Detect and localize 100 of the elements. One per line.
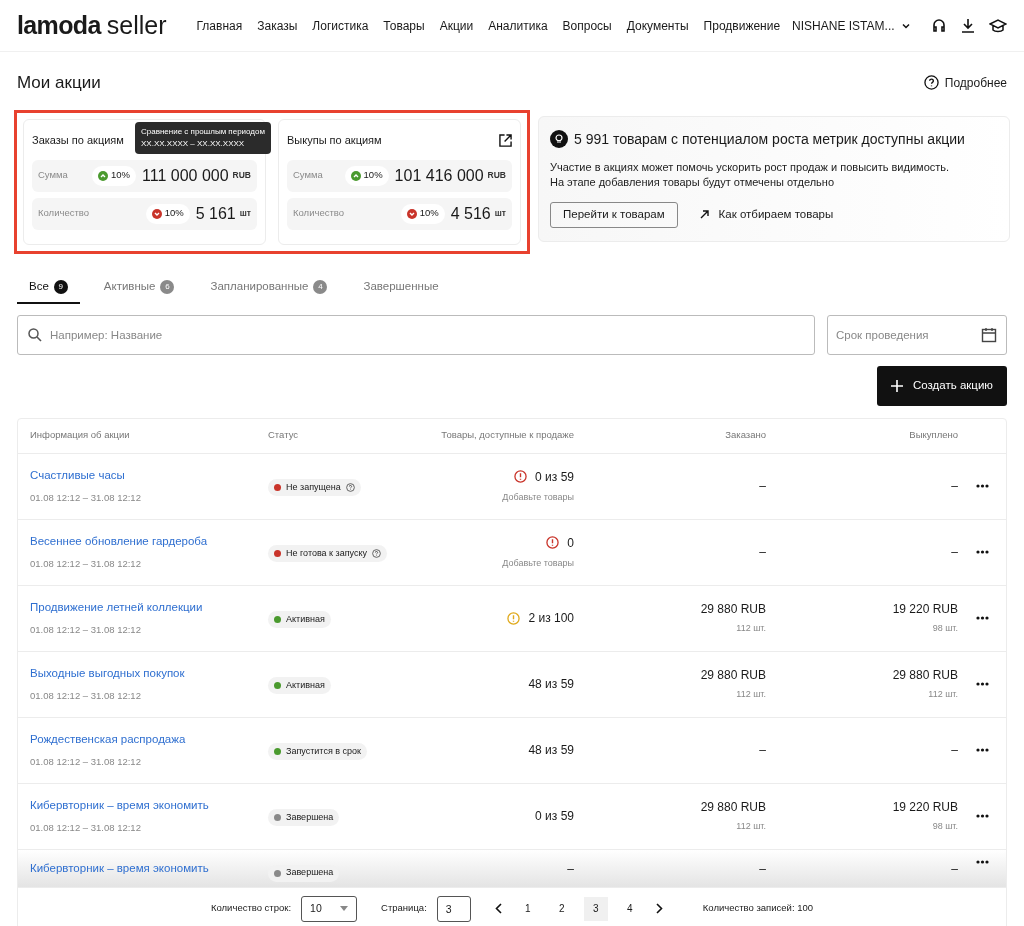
column-header: Заказано xyxy=(724,428,766,443)
metric-label: Сумма xyxy=(38,168,68,183)
table-cell-text: – xyxy=(950,860,958,878)
table-cell-text: 112 шт. xyxy=(735,820,766,834)
table-cell-text: – xyxy=(950,544,958,561)
count-badge: 4 xyxy=(313,279,328,294)
nav-link[interactable]: Акции xyxy=(439,16,474,35)
more-icon[interactable] xyxy=(975,859,989,864)
table-cell-text: 98 шт. xyxy=(931,820,958,834)
status-badge: Не запущена xyxy=(268,479,361,496)
promotion-link[interactable]: Весеннее обновление гардероба xyxy=(30,533,268,551)
nav-link[interactable]: Аналитика xyxy=(488,16,548,35)
nav-link[interactable]: Продвижение xyxy=(703,16,781,35)
status-badge: Завершена xyxy=(268,809,340,826)
download-icon[interactable] xyxy=(961,17,975,34)
lightbulb-icon xyxy=(550,130,568,148)
more-icon[interactable] xyxy=(975,550,989,554)
more-icon[interactable] xyxy=(975,616,989,620)
table-cell-text: 29 880 RUB xyxy=(699,799,766,817)
nav-link[interactable]: Товары xyxy=(383,16,425,35)
more-icon[interactable] xyxy=(975,814,989,818)
column-header: Выкуплено xyxy=(908,428,958,443)
table-cell-text: 29 880 RUB xyxy=(699,601,766,619)
table-cell-text: 48 из 59 xyxy=(528,742,574,759)
count-badge: 9 xyxy=(53,279,68,294)
metric-unit: RUB xyxy=(487,169,506,182)
table-cell-text: 112 шт. xyxy=(735,622,766,636)
nav-link[interactable]: Заказы xyxy=(257,16,298,35)
tab[interactable]: Завершенные xyxy=(351,271,451,304)
rows-label: Количество строк: xyxy=(210,901,292,916)
graduation-cap-icon[interactable] xyxy=(989,17,1007,34)
question-icon[interactable] xyxy=(345,483,355,492)
table-cell-text: 19 220 RUB xyxy=(891,799,958,817)
table-cell-text: – xyxy=(950,478,958,495)
logo-text: seller xyxy=(106,13,167,38)
table-cell-text: 98 шт. xyxy=(931,622,958,636)
metric-label: Количество xyxy=(38,206,90,221)
metric-label: Сумма xyxy=(293,168,323,183)
change-badge: 10% xyxy=(344,165,389,186)
date-field[interactable]: Срок проведения xyxy=(827,314,1007,355)
help-link[interactable]: Подробнее xyxy=(923,73,1007,92)
tab[interactable]: Активные 6 xyxy=(91,271,187,304)
metric-value: 101 416 000 xyxy=(394,165,484,186)
table-cell-text: 0 из 59 xyxy=(535,468,574,486)
table-cell-text: – xyxy=(758,742,766,759)
promotion-link[interactable]: Продвижение летней коллекции xyxy=(30,599,268,617)
metric-unit: шт xyxy=(239,207,251,220)
status-badge: Активная xyxy=(268,611,331,628)
promotion-link[interactable]: Рождественская распродажа xyxy=(30,731,268,749)
calendar-icon[interactable] xyxy=(981,326,997,343)
question-icon xyxy=(923,75,939,91)
plus-icon xyxy=(891,379,904,392)
count-badge: 6 xyxy=(160,279,175,294)
page-button[interactable]: 1 xyxy=(515,896,540,921)
headset-icon[interactable] xyxy=(931,17,947,34)
metric-value: 5 161 xyxy=(195,203,236,224)
metric-value: 4 516 xyxy=(450,203,491,224)
account-menu[interactable]: NISHANE ISTAM... xyxy=(792,16,911,35)
status-badge: Не готова к запуску xyxy=(268,545,387,562)
change-badge: 10% xyxy=(400,203,445,224)
rows-select[interactable]: 10 xyxy=(301,895,358,922)
how-we-select-link[interactable]: Как отбираем товары xyxy=(699,205,834,224)
table-cell-text: – xyxy=(758,478,766,495)
more-icon[interactable] xyxy=(975,484,989,488)
date-range: 01.08 12:12 – 31.08 12:12 xyxy=(30,754,142,769)
create-promotion-button[interactable]: Создать акцию xyxy=(877,365,1007,406)
page-input[interactable]: 3 xyxy=(436,895,471,922)
chevron-left-icon[interactable] xyxy=(494,903,502,914)
nav-link[interactable]: Документы xyxy=(626,16,689,35)
promotion-link[interactable]: Кибервторник – время экономить xyxy=(30,859,268,877)
page-button[interactable]: 4 xyxy=(617,896,642,921)
tab[interactable]: Все 9 xyxy=(17,271,80,304)
tab[interactable]: Запланированные 4 xyxy=(198,271,340,304)
nav-link[interactable]: Логистика xyxy=(312,16,369,35)
logo-text[interactable]: lamoda xyxy=(17,13,101,38)
date-range: 01.08 12:12 – 31.08 12:12 xyxy=(30,490,142,505)
page-title: Мои акции xyxy=(17,72,101,94)
page-button[interactable]: 3 xyxy=(583,896,608,921)
caret-icon xyxy=(340,906,349,911)
table-cell-text: – xyxy=(758,860,766,878)
metric-unit: RUB xyxy=(232,169,251,182)
promotion-link[interactable]: Выходные выгодных покупок xyxy=(30,665,268,683)
table-cell-text: 2 из 100 xyxy=(528,610,574,627)
table-cell-text: 19 220 RUB xyxy=(891,601,958,619)
metric-value: 111 000 000 xyxy=(141,165,229,186)
nav-link[interactable]: Главная xyxy=(196,16,243,35)
question-icon[interactable] xyxy=(372,549,381,558)
tooltip-title: Сравнение с прошлым периодом xyxy=(141,125,265,138)
search-field[interactable]: Например: Название xyxy=(17,314,815,355)
promotion-link[interactable]: Счастливые часы xyxy=(30,467,268,485)
chevron-right-icon[interactable] xyxy=(655,903,663,914)
more-icon[interactable] xyxy=(975,682,989,686)
column-header: Информация об акции xyxy=(29,428,131,443)
nav-link[interactable]: Вопросы xyxy=(562,16,612,35)
page-button[interactable]: 2 xyxy=(549,896,574,921)
more-icon[interactable] xyxy=(975,748,989,752)
status-badge: Активная xyxy=(268,677,331,694)
promotion-link[interactable]: Кибервторник – время экономить xyxy=(30,797,268,815)
external-link-icon[interactable] xyxy=(499,134,512,147)
go-to-products-button[interactable]: Перейти к товарам xyxy=(550,201,678,228)
